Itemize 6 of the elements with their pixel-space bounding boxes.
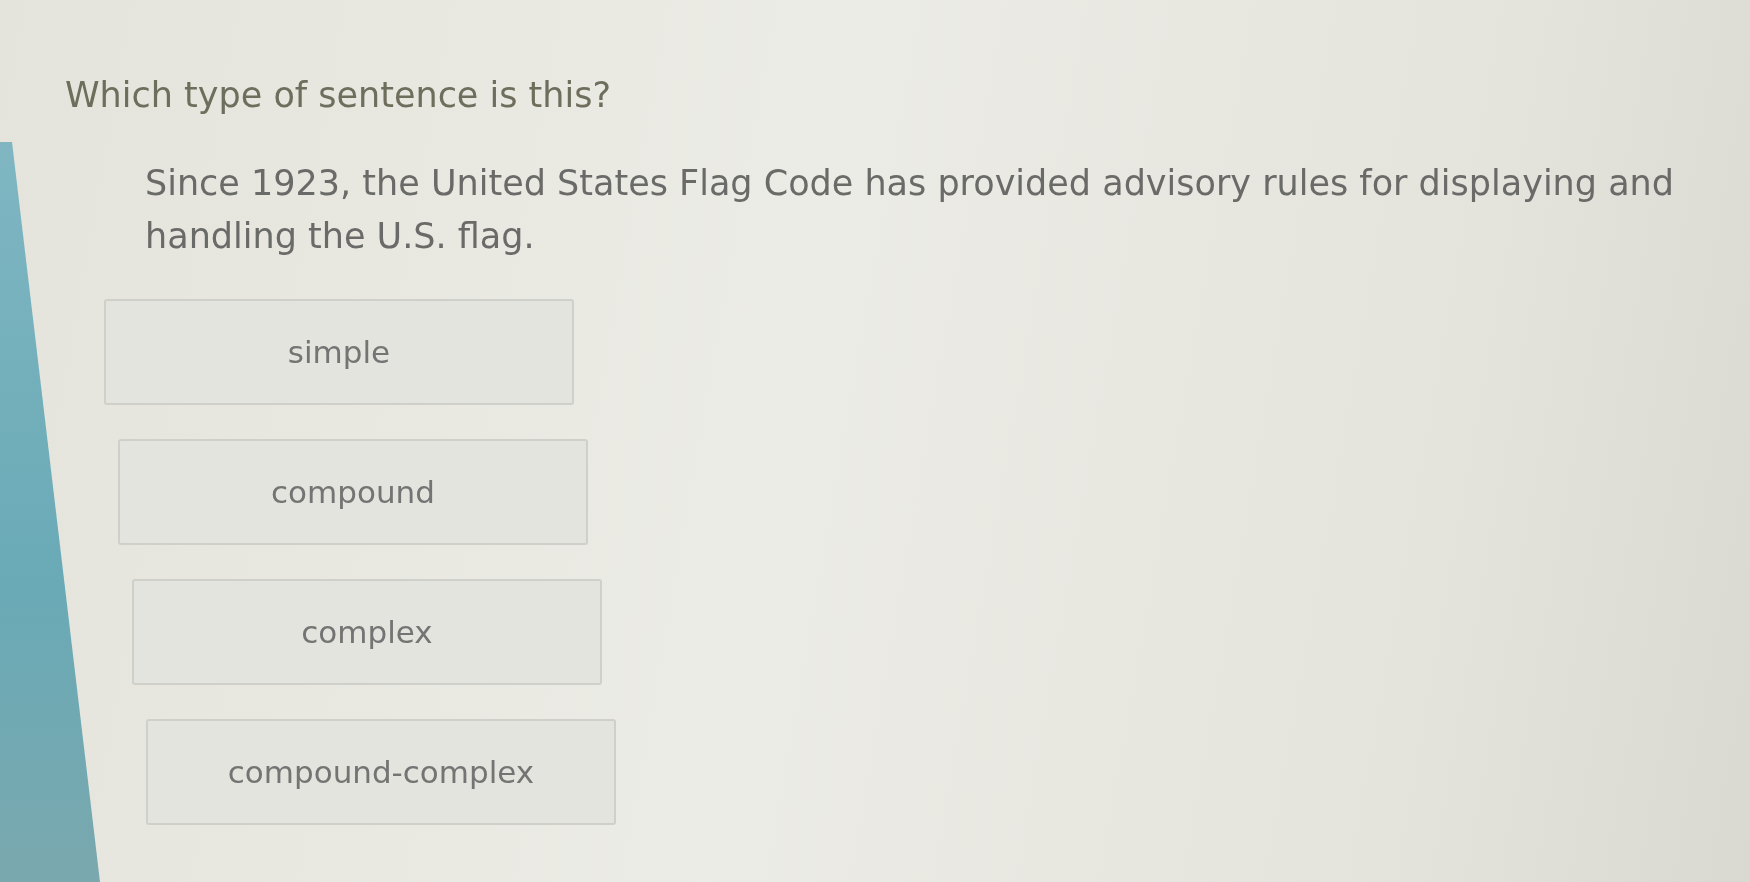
- answer-choice[interactable]: compound-complex: [146, 719, 616, 825]
- question-prompt: Which type of sentence is this?: [65, 74, 613, 117]
- answer-choice[interactable]: compound: [118, 439, 588, 545]
- answer-choice[interactable]: simple: [104, 299, 574, 405]
- answer-choice[interactable]: complex: [132, 579, 602, 685]
- sentence-passage: Since 1923, the United States Flag Code has provided advisory rules for displaying and handling the U.S. flag.: [145, 162, 1675, 258]
